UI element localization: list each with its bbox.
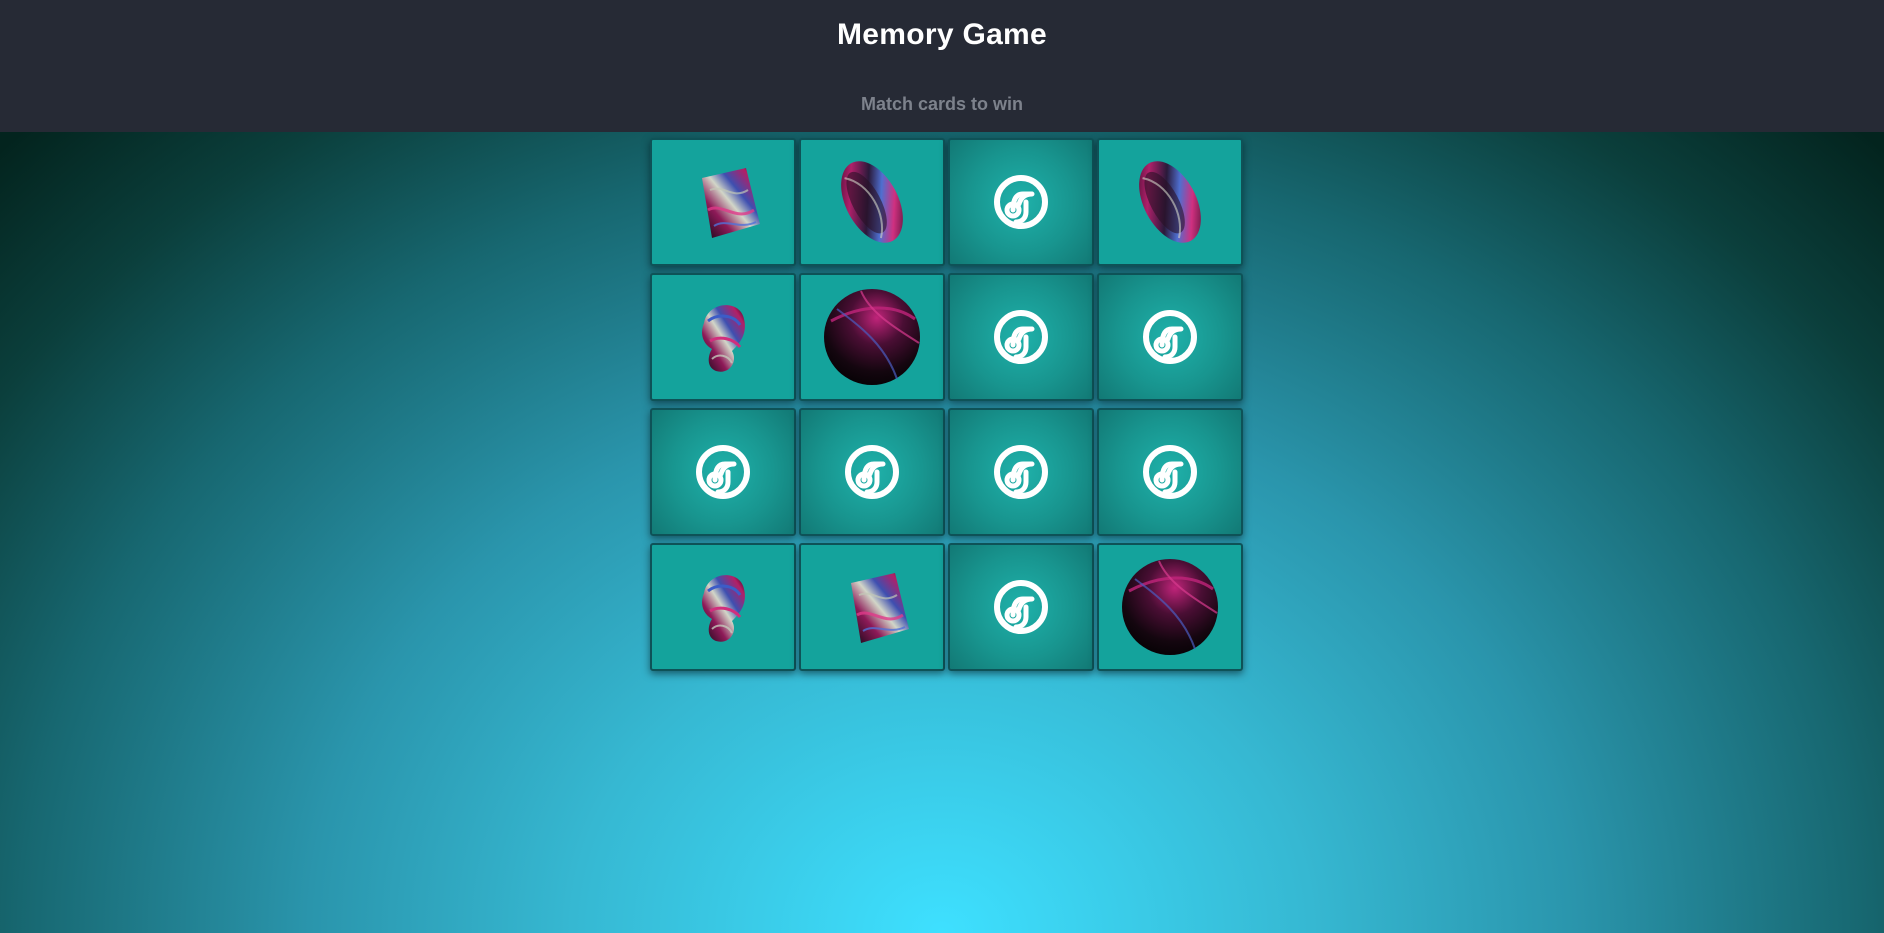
disc-icon	[841, 161, 903, 243]
card-back-logo-icon	[1143, 310, 1197, 364]
twisted-knot-icon	[702, 575, 745, 642]
game-title: Memory Game	[836, 18, 1048, 51]
disc-icon	[1139, 161, 1201, 243]
memory-card-1-3[interactable]	[948, 138, 1094, 266]
game-header: Memory Game Match cards to win	[0, 0, 1884, 132]
sphere-icon	[1122, 559, 1218, 655]
memory-card-2-3[interactable]	[948, 273, 1094, 401]
card-back-logo-icon	[994, 580, 1048, 634]
memory-card-1-4[interactable]	[1097, 138, 1243, 266]
prism-icon	[851, 573, 909, 643]
memory-card-2-2[interactable]	[799, 273, 945, 401]
card-back-logo-icon	[994, 175, 1048, 229]
memory-card-3-2[interactable]	[799, 408, 945, 536]
game-subtitle: Match cards to win	[860, 94, 1024, 114]
card-back-logo-icon	[1143, 445, 1197, 499]
card-grid	[650, 138, 1247, 672]
memory-card-1-1[interactable]	[650, 138, 796, 266]
memory-card-2-4[interactable]	[1097, 273, 1243, 401]
twisted-knot-icon	[702, 305, 745, 372]
card-back-logo-icon	[696, 445, 750, 499]
memory-card-3-4[interactable]	[1097, 408, 1243, 536]
memory-card-3-3[interactable]	[948, 408, 1094, 536]
memory-card-4-2[interactable]	[799, 543, 945, 671]
card-back-logo-icon	[845, 445, 899, 499]
memory-card-4-1[interactable]	[650, 543, 796, 671]
memory-card-3-1[interactable]	[650, 408, 796, 536]
memory-card-2-1[interactable]	[650, 273, 796, 401]
memory-card-4-4[interactable]	[1097, 543, 1243, 671]
card-back-logo-icon	[994, 445, 1048, 499]
sphere-icon	[824, 289, 920, 385]
memory-card-1-2[interactable]	[799, 138, 945, 266]
card-back-logo-icon	[994, 310, 1048, 364]
prism-icon	[702, 168, 760, 238]
memory-card-4-3[interactable]	[948, 543, 1094, 671]
